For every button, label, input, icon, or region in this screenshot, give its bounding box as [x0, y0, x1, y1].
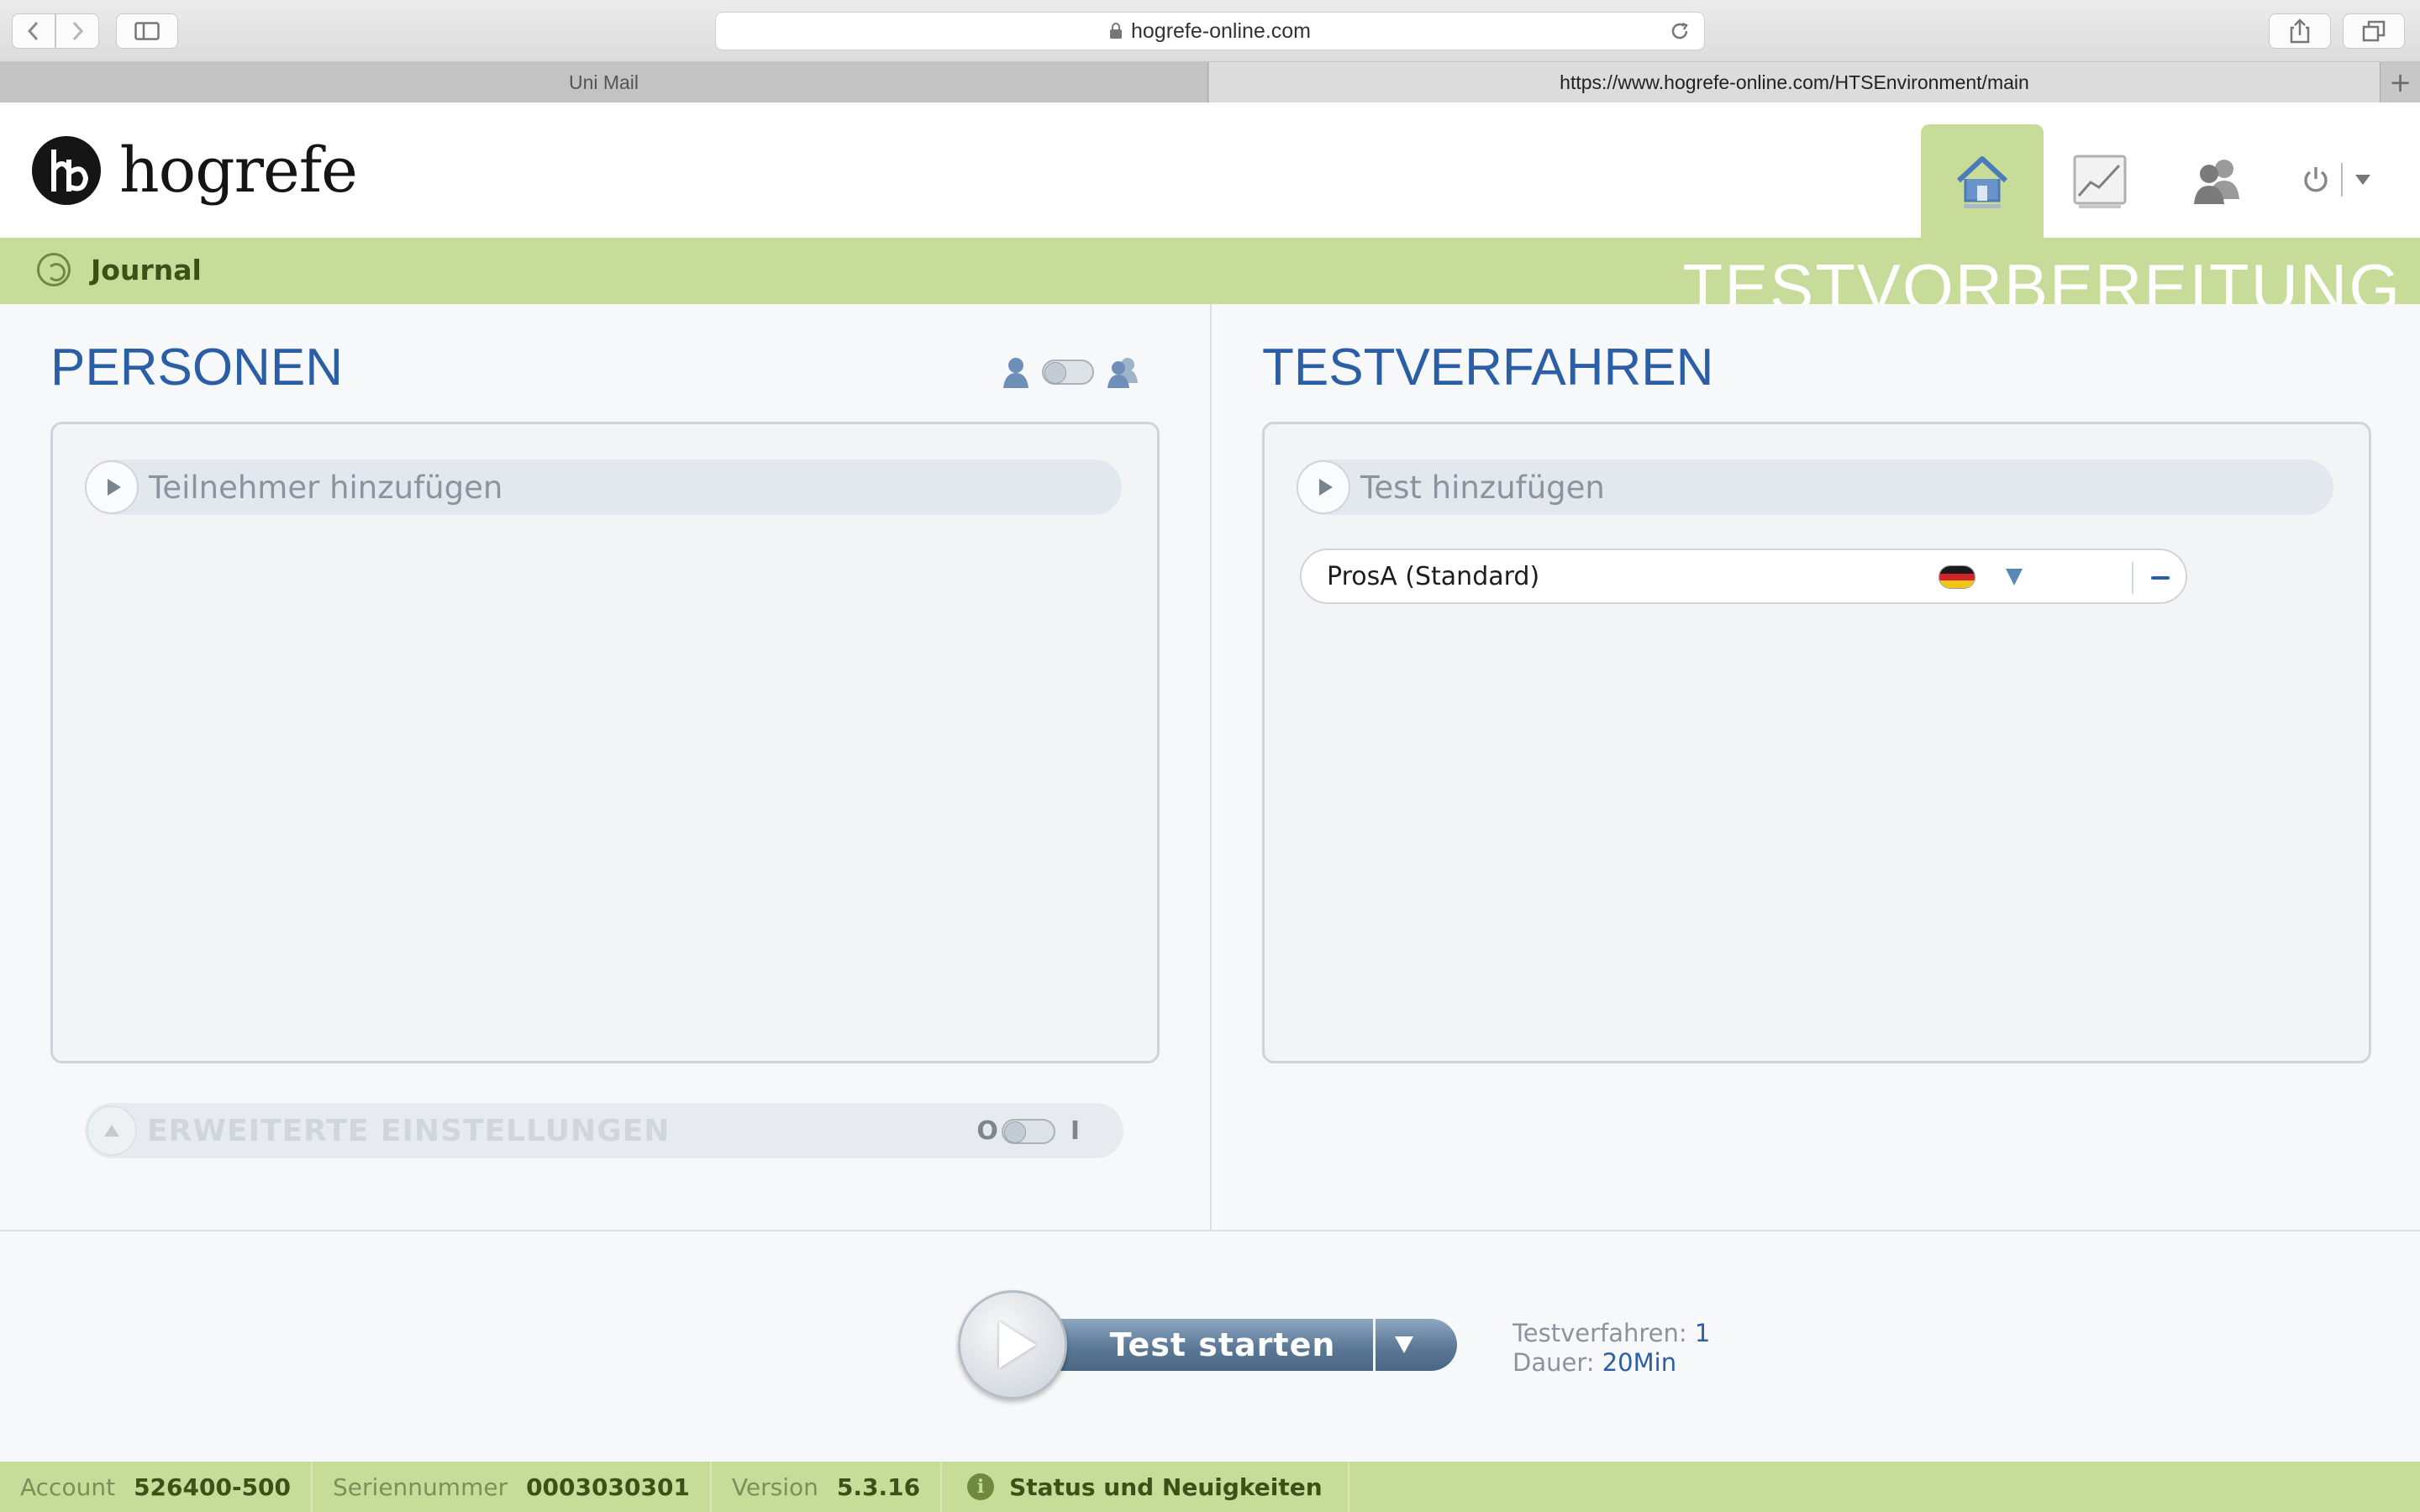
footer-serial: Seriennummer 0003030301 — [313, 1462, 712, 1512]
chart-icon — [2073, 155, 2127, 208]
journal-link[interactable]: Journal — [37, 253, 202, 286]
nav-results[interactable] — [2039, 124, 2161, 238]
hogrefe-logo: hogrefe — [32, 134, 358, 207]
summary-count-key: Testverfahren: — [1512, 1319, 1687, 1347]
tab-uni-mail[interactable]: Uni Mail — [0, 62, 1208, 102]
start-test-button[interactable]: Test starten — [1039, 1319, 1373, 1371]
column-divider — [1210, 304, 1212, 1231]
language-dropdown-icon[interactable] — [2006, 569, 2023, 585]
persons-panel: Teilnehmer hinzufügen ERWEITERTE EINSTEL… — [50, 422, 1160, 1158]
journal-label: Journal — [91, 253, 202, 286]
address-bar[interactable]: hogrefe-online.com — [715, 12, 1705, 50]
power-icon — [2304, 167, 2328, 192]
power-menu[interactable] — [2302, 163, 2371, 197]
advanced-settings-label: ERWEITERTE EINSTELLUNGEN — [147, 1113, 671, 1148]
group-icon — [1107, 358, 1138, 388]
journal-icon — [37, 253, 71, 286]
toggle-on-label: I — [1070, 1116, 1080, 1146]
forward-button[interactable] — [55, 13, 99, 49]
bottom-divider — [0, 1230, 2420, 1231]
advanced-toggle[interactable] — [1001, 1118, 1055, 1144]
new-tab-button[interactable]: + — [2380, 62, 2420, 102]
tests-panel: Test hinzufügen ProsA (Standard) — [1262, 422, 2371, 1063]
logo-glyph — [51, 150, 89, 192]
persons-toggle[interactable] — [1042, 360, 1094, 385]
status-news-label: Status und Neuigkeiten — [1009, 1473, 1323, 1501]
test-item[interactable]: ProsA (Standard) — [1300, 549, 2187, 604]
add-participant-label: Teilnehmer hinzufügen — [149, 469, 503, 506]
remove-test-button[interactable] — [2142, 562, 2179, 594]
serial-key: Seriennummer — [333, 1473, 508, 1501]
hogrefe-logo-mark — [32, 136, 101, 205]
german-flag-icon[interactable] — [1939, 565, 1975, 589]
version-value: 5.3.16 — [836, 1473, 921, 1501]
app-header: hogrefe — [0, 102, 2420, 238]
status-news-link[interactable]: i Status und Neuigkeiten — [942, 1462, 1349, 1512]
summary-duration-row: Dauer: 20Min — [1512, 1348, 1710, 1378]
section-bar: Journal TESTVORBEREITUNG — [0, 238, 2420, 304]
toggle-off-label: O — [976, 1116, 998, 1146]
account-value: 526400-500 — [134, 1473, 292, 1501]
users-icon — [2194, 159, 2239, 204]
tabs-icon — [2362, 20, 2386, 42]
chevron-left-icon — [27, 21, 39, 41]
test-summary: Testverfahren: 1 Dauer: 20Min — [1512, 1319, 1710, 1378]
footer-version: Version 5.3.16 — [712, 1462, 943, 1512]
address-text: hogrefe-online.com — [1130, 18, 1311, 43]
add-test-row[interactable]: Test hinzufügen — [1297, 459, 2333, 515]
version-key: Version — [731, 1473, 818, 1501]
summary-count-row: Testverfahren: 1 — [1512, 1319, 1710, 1348]
summary-duration-value: 20Min — [1602, 1348, 1677, 1377]
power-separator — [2341, 163, 2343, 197]
back-button[interactable] — [12, 13, 55, 49]
start-play-icon[interactable] — [958, 1290, 1067, 1399]
share-button[interactable] — [2269, 13, 2331, 49]
item-separator — [2132, 562, 2133, 594]
add-test-label: Test hinzufügen — [1360, 469, 1605, 506]
persons-mode-switch[interactable] — [1002, 356, 1141, 388]
tests-title: TESTVERFAHREN — [1262, 339, 1714, 396]
serial-value: 0003030301 — [526, 1473, 690, 1501]
test-name: ProsA (Standard) — [1327, 561, 1540, 591]
persons-title: PERSONEN — [50, 339, 343, 396]
advanced-settings-switch[interactable]: O I — [976, 1116, 1080, 1146]
logo-text: hogrefe — [119, 134, 358, 207]
chevron-down-icon — [2355, 175, 2370, 185]
home-icon — [1956, 155, 2008, 208]
browser-toolbar: hogrefe-online.com — [0, 0, 2420, 62]
lock-icon — [1109, 23, 1122, 39]
main-content: PERSONEN Teilnehmer hinzufügen ERWEITERT… — [0, 304, 2420, 1231]
advanced-settings-row[interactable]: ERWEITERTE EINSTELLUNGEN O I — [85, 1103, 1123, 1158]
nav-home[interactable] — [1921, 124, 2044, 238]
tabs-overview-button[interactable] — [2343, 13, 2405, 49]
nav-persons[interactable] — [2156, 124, 2279, 238]
add-participant-play-icon[interactable] — [85, 460, 139, 514]
start-options-dropdown[interactable] — [1373, 1319, 1457, 1371]
add-participant-row[interactable]: Teilnehmer hinzufügen — [85, 459, 1122, 515]
chevron-right-icon — [72, 21, 84, 41]
single-person-icon — [1003, 358, 1028, 388]
summary-count-value: 1 — [1694, 1319, 1711, 1347]
sidebar-icon — [134, 22, 160, 40]
plus-icon: + — [2389, 66, 2412, 98]
account-key: Account — [20, 1473, 116, 1501]
footer-account: Account 526400-500 — [0, 1462, 313, 1512]
share-icon — [2290, 18, 2310, 44]
sidebar-button[interactable] — [116, 13, 178, 49]
add-test-play-icon[interactable] — [1297, 460, 1350, 514]
expand-up-icon[interactable] — [87, 1105, 137, 1156]
phase-title: TESTVORBEREITUNG — [1682, 250, 2402, 304]
reload-icon[interactable] — [1669, 20, 1691, 42]
status-footer: Account 526400-500 Seriennummer 00030303… — [0, 1462, 2420, 1512]
start-test-control: Test starten — [958, 1290, 1457, 1401]
tab-hogrefe[interactable]: https://www.hogrefe-online.com/HTSEnviro… — [1209, 62, 2380, 102]
tab-bar: Uni Mail https://www.hogrefe-online.com/… — [0, 62, 2420, 102]
info-icon: i — [967, 1473, 995, 1500]
summary-duration-key: Dauer: — [1512, 1348, 1595, 1377]
